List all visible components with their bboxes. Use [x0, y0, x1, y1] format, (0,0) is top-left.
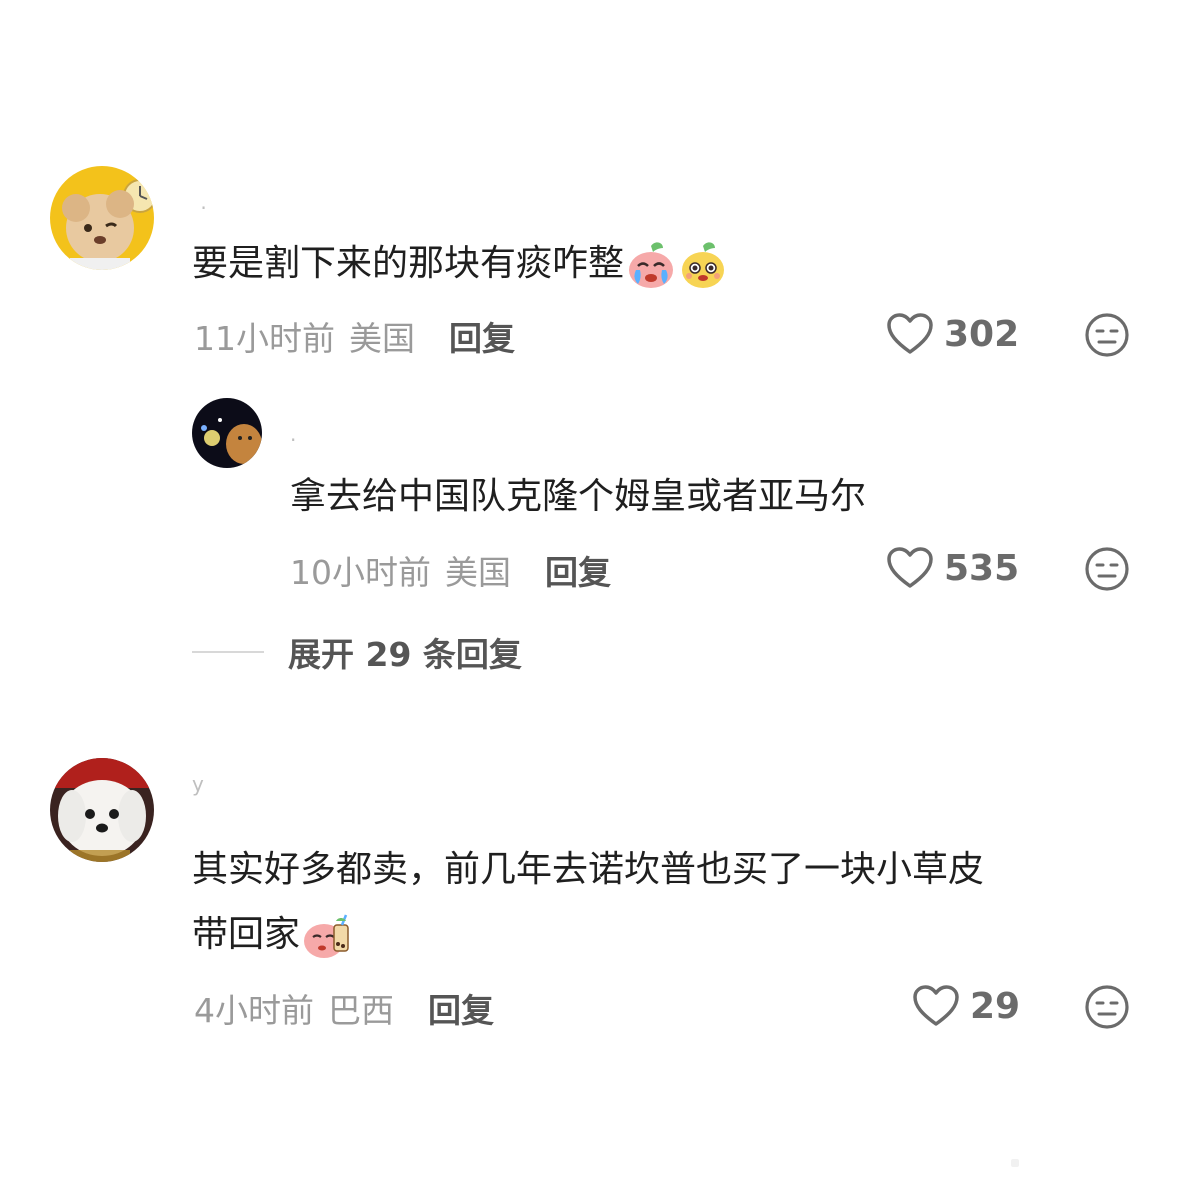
timestamp: 11小时前	[194, 319, 335, 358]
divider	[192, 651, 264, 653]
like-button[interactable]: 29	[912, 984, 1020, 1028]
like-count: 302	[944, 313, 1020, 355]
comment-meta: 4小时前 巴西 回复	[194, 984, 494, 1032]
heart-icon	[913, 985, 959, 1026]
timestamp: 10小时前	[290, 553, 431, 592]
location: 美国	[445, 553, 511, 592]
comment-meta: 10小时前 美国 回复	[290, 546, 611, 594]
bubble-tea-face-emoji	[302, 911, 352, 961]
location: 巴西	[328, 991, 394, 1030]
neutral-face-icon	[1085, 547, 1129, 591]
watermark-mark	[1011, 1159, 1019, 1167]
like-count: 29	[970, 985, 1021, 1027]
location: 美国	[349, 319, 415, 358]
dislike-button[interactable]	[1084, 546, 1130, 592]
reply-button[interactable]: 回复	[428, 991, 494, 1030]
neutral-face-icon	[1085, 313, 1129, 357]
reply-button[interactable]: 回复	[449, 319, 515, 358]
like-button[interactable]: 302	[886, 312, 1019, 356]
comment-text-line2: 带回家	[192, 904, 352, 966]
avatar[interactable]	[50, 758, 154, 862]
expand-replies[interactable]: 展开 29 条回复	[192, 628, 522, 676]
comment-text-line1: 其实好多都卖，前几年去诺坎普也买了一块小草皮	[192, 849, 985, 890]
username[interactable]: ·	[290, 428, 298, 452]
username[interactable]: ·	[192, 196, 209, 220]
crying-face-emoji	[626, 240, 676, 290]
dislike-button[interactable]	[1084, 984, 1130, 1030]
comment-meta: 11小时前 美国 回复	[194, 312, 515, 360]
comment-text-content: 带回家	[192, 914, 301, 955]
avatar[interactable]	[50, 166, 154, 270]
heart-icon	[887, 313, 933, 354]
username[interactable]: y	[192, 772, 206, 796]
heart-icon	[887, 547, 933, 588]
comment-text: 拿去给中国队克隆个姆皇或者亚马尔	[290, 476, 867, 517]
like-button[interactable]: 535	[886, 546, 1019, 590]
dislike-button[interactable]	[1084, 312, 1130, 358]
like-count: 535	[944, 547, 1020, 589]
comment-text-content: 要是割下来的那块有痰咋整	[192, 243, 625, 284]
avatar[interactable]	[192, 398, 262, 468]
reply-button[interactable]: 回复	[545, 553, 611, 592]
neutral-face-icon	[1085, 985, 1129, 1029]
comment-text: 要是割下来的那块有痰咋整	[192, 233, 728, 295]
timestamp: 4小时前	[194, 991, 314, 1030]
yellow-face-emoji	[678, 240, 728, 290]
expand-replies-label[interactable]: 展开 29 条回复	[288, 628, 522, 676]
